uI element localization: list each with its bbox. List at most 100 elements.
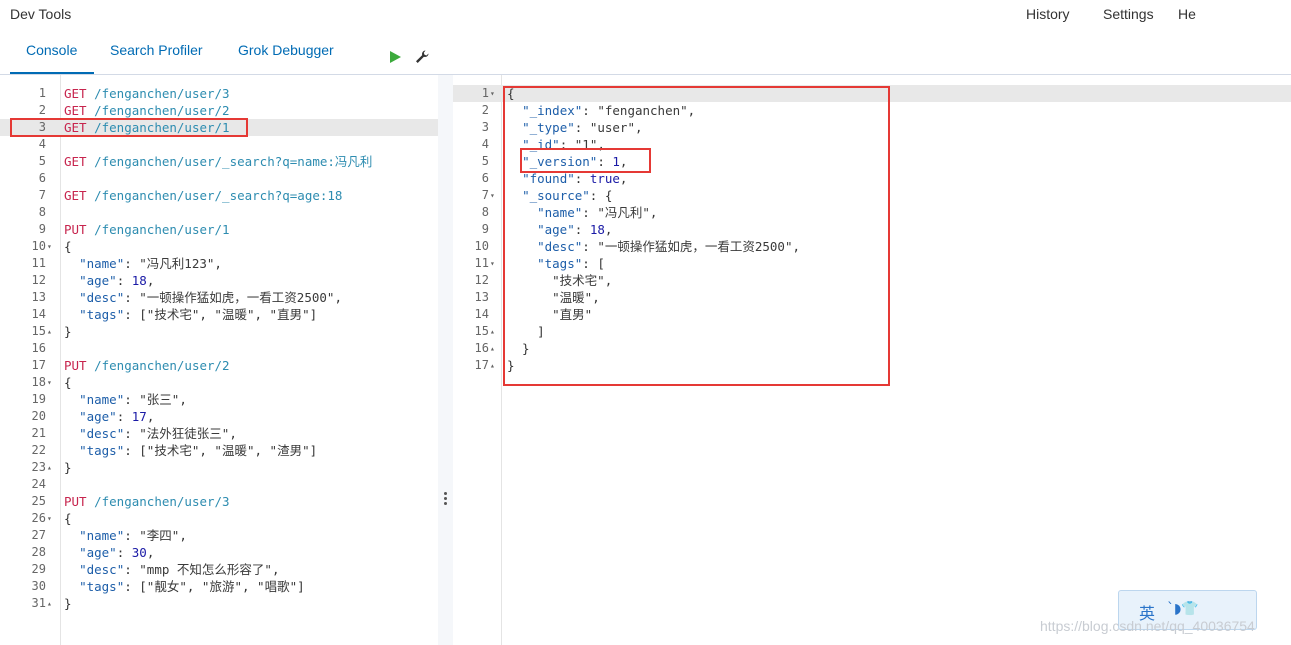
line-number: 7 — [38, 188, 46, 202]
code-text: PUT /fenganchen/user/2 — [64, 358, 230, 373]
tab-bar: Console Search Profiler Grok Debugger — [0, 34, 1291, 74]
help-link[interactable]: He — [1178, 6, 1196, 22]
request-line: 14 "tags": ["技术宅", "温暖", "直男"] — [0, 306, 438, 323]
line-number: 9 — [481, 222, 489, 236]
line-number: 4 — [38, 137, 46, 151]
fold-toggle-icon[interactable]: ▾ — [490, 187, 495, 204]
code-text: GET /fenganchen/user/_search?q=age:18 — [64, 188, 343, 203]
code-text: "tags": [ — [537, 256, 605, 271]
code-text: GET /fenganchen/user/_search?q=name:冯凡利 — [64, 154, 373, 169]
app-title: Dev Tools — [10, 6, 72, 22]
code-text: "tags": ["靓女", "旅游", "唱歌"] — [79, 579, 305, 594]
request-line: 13 "desc": "一顿操作猛如虎，一看工资2500", — [0, 289, 438, 306]
code-text: } — [507, 358, 515, 373]
ime-toolbar-icons: ˋ◗👕 — [1167, 601, 1199, 617]
response-editor: 1 ▾{2 "_index": "fenganchen", 3 "_type": "… — [453, 75, 1291, 645]
line-number: 24 — [31, 477, 46, 491]
tab-grok-debugger[interactable]: Grok Debugger — [238, 42, 334, 58]
request-line: 28 "age": 30, — [0, 544, 438, 561]
history-link[interactable]: History — [1026, 6, 1070, 22]
play-icon[interactable] — [390, 51, 401, 63]
settings-link[interactable]: Settings — [1103, 6, 1154, 22]
line-number: 1 — [481, 86, 489, 100]
response-line: 9 "age": 18, — [453, 221, 1291, 238]
response-line: 17 ▴} — [453, 357, 1291, 374]
code-text: "tags": ["技术宅", "温暖", "渣男"] — [79, 443, 318, 458]
code-text: { — [64, 375, 72, 390]
fold-toggle-icon[interactable]: ▾ — [47, 374, 52, 391]
line-number: 17 — [474, 358, 489, 372]
request-line: 26 ▾ { — [0, 510, 438, 527]
line-number: 3 — [38, 120, 46, 134]
code-text: "温暖", — [552, 290, 600, 305]
fold-toggle-icon[interactable]: ▾ — [47, 238, 52, 255]
fold-toggle-icon[interactable]: ▴ — [47, 323, 52, 340]
line-number: 16 — [31, 341, 46, 355]
response-line: 1 ▾ { — [453, 85, 1291, 102]
code-text: "age": 30, — [79, 545, 155, 560]
code-text: "tags": ["技术宅", "温暖", "直男"] — [79, 307, 318, 322]
line-number: 13 — [31, 290, 46, 304]
code-text: "found": true, — [522, 171, 628, 186]
response-line: 13 "温暖", — [453, 289, 1291, 306]
code-text: "desc": "mmp 不知怎么形容了", — [79, 562, 280, 577]
code-text: "name": "张三", — [79, 392, 187, 407]
line-number: 6 — [38, 171, 46, 185]
request-line: 22 "tags": ["技术宅", "温暖", "渣男"] — [0, 442, 438, 459]
request-line: 3 GET /fenganchen/user/1 — [0, 119, 438, 136]
code-text: "desc": "一顿操作猛如虎，一看工资2500", — [537, 239, 801, 254]
tab-console[interactable]: Console — [26, 42, 77, 58]
code-text: PUT /fenganchen/user/3 — [64, 494, 230, 509]
request-line: 15 ▴} — [0, 323, 438, 340]
request-line: 7 GET /fenganchen/user/_search?q=age:18 — [0, 187, 438, 204]
fold-toggle-icon[interactable]: ▾ — [47, 510, 52, 527]
request-line: 1 GET /fenganchen/user/3 — [0, 85, 438, 102]
line-number: 8 — [481, 205, 489, 219]
request-line: 25 PUT /fenganchen/user/3 — [0, 493, 438, 510]
request-line: 23 ▴} — [0, 459, 438, 476]
code-text: } — [64, 596, 72, 611]
wrench-icon[interactable] — [414, 49, 430, 65]
panel-splitter[interactable] — [438, 75, 453, 645]
line-number: 18 — [31, 375, 46, 389]
line-number: 23 — [31, 460, 46, 474]
code-text: "age": 18, — [79, 273, 155, 288]
tab-search-profiler[interactable]: Search Profiler — [110, 42, 203, 58]
fold-toggle-icon[interactable]: ▴ — [490, 323, 495, 340]
code-text: "技术宅", — [552, 273, 613, 288]
fold-toggle-icon[interactable]: ▴ — [490, 357, 495, 374]
fold-toggle-icon[interactable]: ▾ — [490, 85, 495, 102]
line-number: 12 — [31, 273, 46, 287]
request-line: 20 "age": 17, — [0, 408, 438, 425]
line-number: 15 — [31, 324, 46, 338]
line-number: 31 — [31, 596, 46, 610]
request-line: 12 "age": 18, — [0, 272, 438, 289]
fold-toggle-icon[interactable]: ▴ — [490, 340, 495, 357]
request-line: 8 — [0, 204, 438, 221]
response-line: 10 "desc": "一顿操作猛如虎，一看工资2500", — [453, 238, 1291, 255]
request-line: 27 "name": "李四", — [0, 527, 438, 544]
fold-toggle-icon[interactable]: ▴ — [47, 595, 52, 612]
line-number: 12 — [474, 273, 489, 287]
response-line: 6 "found": true, — [453, 170, 1291, 187]
request-line: 5 GET /fenganchen/user/_search?q=name:冯凡利 — [0, 153, 438, 170]
request-line: 18 ▾ { — [0, 374, 438, 391]
code-text: } — [507, 341, 530, 356]
line-number: 16 — [474, 341, 489, 355]
request-line: 6 — [0, 170, 438, 187]
line-number: 21 — [31, 426, 46, 440]
line-number: 7 — [481, 188, 489, 202]
line-number: 29 — [31, 562, 46, 576]
response-line: 2 "_index": "fenganchen", — [453, 102, 1291, 119]
response-line: 15 ▴ ] — [453, 323, 1291, 340]
request-editor[interactable]: 1 GET /fenganchen/user/3 2 GET /fenganchen/… — [0, 75, 438, 645]
request-line: 2 GET /fenganchen/user/2 — [0, 102, 438, 119]
response-line: 16 ▴ } — [453, 340, 1291, 357]
fold-toggle-icon[interactable]: ▾ — [490, 255, 495, 272]
splitter-handle-icon[interactable] — [444, 492, 447, 507]
code-text: { — [64, 239, 72, 254]
request-line: 29 "desc": "mmp 不知怎么形容了", — [0, 561, 438, 578]
line-number: 1 — [38, 86, 46, 100]
fold-toggle-icon[interactable]: ▴ — [47, 459, 52, 476]
request-line: 4 — [0, 136, 438, 153]
